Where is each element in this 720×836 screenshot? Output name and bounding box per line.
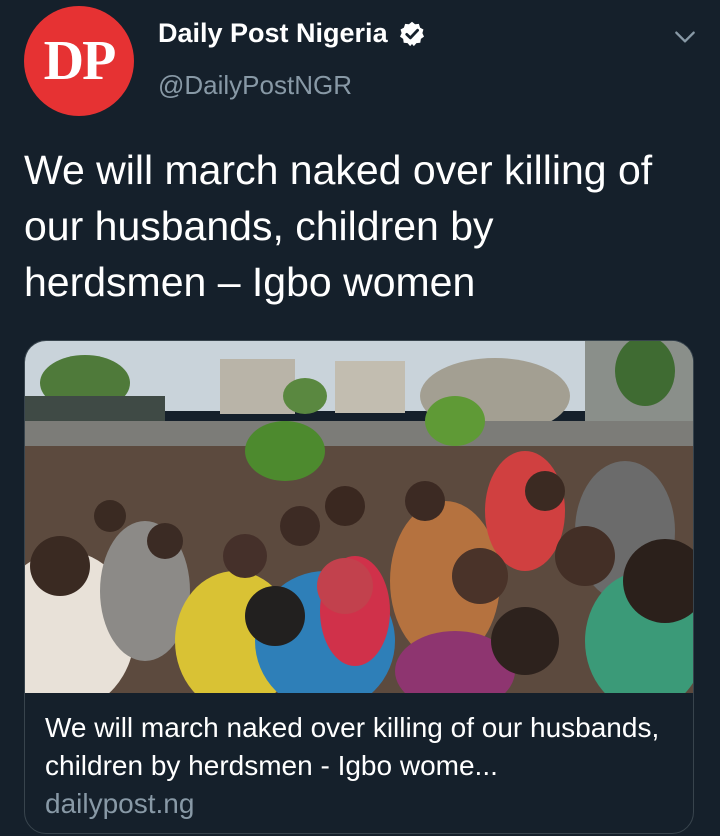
author-name-row: Daily Post Nigeria xyxy=(158,18,426,49)
author-handle[interactable]: @DailyPostNGR xyxy=(158,70,352,101)
card-title[interactable]: We will march naked over killing of our … xyxy=(45,709,675,785)
tweet: DP Daily Post Nigeria @DailyPostNGR We w… xyxy=(0,0,720,836)
chevron-down-icon[interactable] xyxy=(672,24,698,50)
link-card[interactable]: We will march naked over killing of our … xyxy=(24,340,694,834)
crowd-photo-illustration xyxy=(25,341,693,693)
card-photo[interactable] xyxy=(25,341,693,693)
tweet-text: We will march naked over killing of our … xyxy=(24,147,653,305)
verified-badge-icon xyxy=(399,21,424,46)
avatar[interactable]: DP xyxy=(24,6,134,116)
avatar-logo-text: DP xyxy=(43,30,117,92)
card-domain: dailypost.ng xyxy=(45,788,195,819)
author-display-name[interactable]: Daily Post Nigeria xyxy=(158,18,388,49)
